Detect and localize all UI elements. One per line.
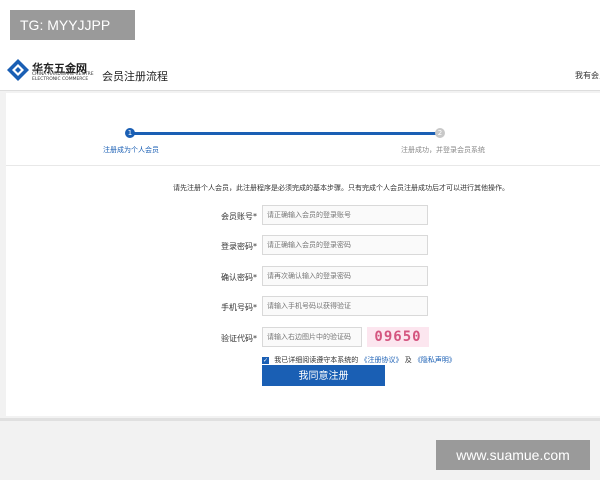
captcha-row: 验证代码* 09650 xyxy=(6,327,600,349)
registration-notice: 请先注册个人会员，此注册程序是必须完成的基本步骤。只有完成个人会员注册成功后才可… xyxy=(173,184,509,192)
site-logo[interactable]: 华东五金网 CHINA HARDWARE CENTRE ELECTRONIC C… xyxy=(6,58,94,88)
step-2-label: 注册成功，并登录会员系统 xyxy=(401,146,485,154)
watermark-overlay: www.suamue.com xyxy=(436,440,590,470)
phone-row: 手机号码* xyxy=(6,296,600,318)
step-1-indicator: 1 xyxy=(125,128,135,138)
account-label: 会员账号* xyxy=(221,212,257,221)
step-2-indicator: 2 xyxy=(435,128,445,138)
password-row: 登录密码* xyxy=(6,235,600,257)
privacy-link[interactable]: 《隐私声明》 xyxy=(414,356,456,364)
account-input[interactable] xyxy=(262,205,428,225)
page-title: 会员注册流程 xyxy=(102,70,168,83)
confirm-password-input[interactable] xyxy=(262,266,428,286)
account-row: 会员账号* xyxy=(6,205,600,227)
top-bar: TG: MYYJJPP 华东五金网 CHINA HARDWARE CENTRE … xyxy=(0,0,600,90)
agreement-line: ✓ 我已详细阅读遵守本系统的 《注册协议》 及 《隐私声明》 xyxy=(262,355,456,365)
agreement-prefix: 我已详细阅读遵守本系统的 xyxy=(274,356,359,364)
header-divider xyxy=(0,90,600,91)
password-label: 登录密码* xyxy=(221,242,257,251)
agree-register-button[interactable]: 我同意注册 xyxy=(262,365,385,386)
captcha-label: 验证代码* xyxy=(221,334,257,343)
step-progress-line xyxy=(130,132,444,135)
agreement-checkbox[interactable]: ✓ xyxy=(262,356,269,364)
phone-label: 手机号码* xyxy=(221,303,257,312)
terms-link[interactable]: 《注册协议》 xyxy=(360,356,402,364)
password-input[interactable] xyxy=(262,235,428,255)
steps-divider xyxy=(6,165,600,166)
logo-name-en: CHINA HARDWARE CENTRE ELECTRONIC COMMERC… xyxy=(32,72,94,82)
agreement-and: 及 xyxy=(404,356,412,364)
logo-en-line2: ELECTRONIC COMMERCE xyxy=(32,77,89,82)
logo-icon xyxy=(7,59,29,81)
progress-steps: 1 2 注册成为个人会员 注册成功，并登录会员系统 xyxy=(6,93,600,166)
registration-panel: 1 2 注册成为个人会员 注册成功，并登录会员系统 请先注册个人会员，此注册程序… xyxy=(6,93,600,416)
captcha-image[interactable]: 09650 xyxy=(367,327,429,347)
confirm-password-row: 确认密码* xyxy=(6,266,600,288)
step-1-label: 注册成为个人会员 xyxy=(103,146,159,154)
phone-input[interactable] xyxy=(262,296,428,316)
tag-overlay: TG: MYYJJPP xyxy=(10,10,135,40)
captcha-input[interactable] xyxy=(262,327,362,347)
footer-divider xyxy=(0,418,600,421)
confirm-password-label: 确认密码* xyxy=(221,273,257,282)
login-link[interactable]: 我有会员 xyxy=(575,70,600,81)
